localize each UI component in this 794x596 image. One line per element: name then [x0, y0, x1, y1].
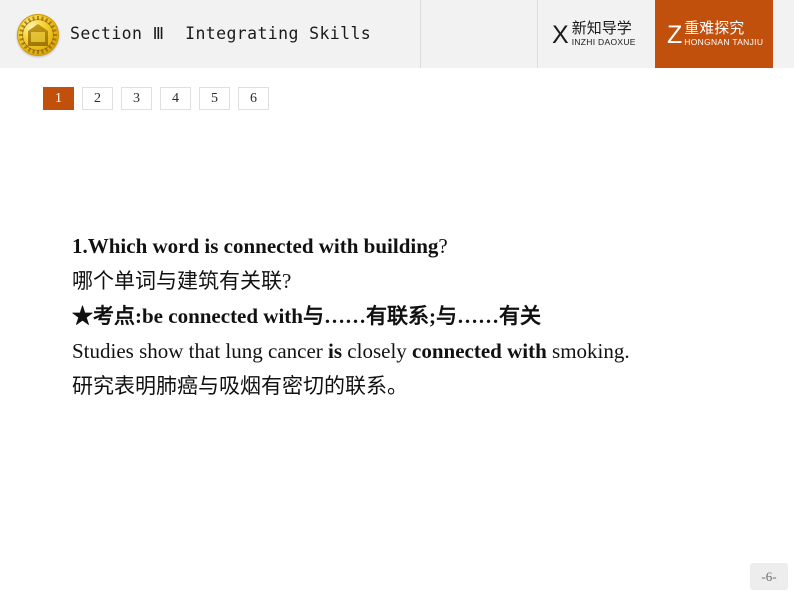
emblem-tick [19, 29, 24, 33]
badge-xinzhi-daoxue[interactable]: X 新知导学 INZHI DAOXUE [552, 16, 636, 52]
emblem-tick [44, 47, 49, 52]
gold-medal-emblem-icon [17, 14, 59, 56]
emblem-tick [37, 50, 39, 54]
badge-xinzhi-cn: 新知导学 [571, 20, 632, 38]
tab-4[interactable]: 4 [160, 87, 191, 110]
emblem-tick [47, 44, 53, 50]
emblem-tick [32, 16, 36, 21]
tab-5[interactable]: 5 [199, 87, 230, 110]
example-chinese: 研究表明肺癌与吸烟有密切的联系。 [72, 374, 408, 398]
lesson-content: 1.Which word is connected with building?… [72, 229, 762, 404]
badge-xinzhi-pinyin: INZHI DAOXUE [571, 37, 636, 48]
emblem-tick [52, 29, 57, 33]
badge-zhongnan-pinyin: HONGNAN TANJIU [684, 37, 764, 48]
badge-zhongnan-cn: 重难探究 [684, 20, 745, 38]
example-english: Studies show that lung cancer is closely… [72, 334, 762, 369]
page-header: Section Ⅲ Integrating Skills X 新知导学 INZH… [0, 0, 794, 68]
example-seg-3: closely [342, 339, 413, 363]
badge-zhongnan-text: 重难探究 HONGNAN TANJIU [684, 21, 763, 47]
badge-zhongnan-tanjiu[interactable]: Z 重难探究 HONGNAN TANJIU [655, 0, 773, 68]
tab-6[interactable]: 6 [238, 87, 269, 110]
question-number-tabs: 1 2 3 4 5 6 [43, 87, 269, 110]
question-english: 1.Which word is connected with building? [72, 229, 762, 264]
emblem-tick [32, 49, 36, 54]
tab-2[interactable]: 2 [82, 87, 113, 110]
header-divider-left [420, 0, 421, 68]
emblem-tick [50, 41, 55, 46]
badge-zhongnan-inner: Z 重难探究 HONGNAN TANJIU [667, 16, 763, 52]
example-seg-2: is [328, 339, 343, 363]
emblem-tick [53, 34, 57, 36]
badge-letter-z: Z [667, 20, 683, 49]
badge-xinzhi-text: 新知导学 INZHI DAOXUE [572, 21, 636, 47]
emblem-tick [37, 16, 39, 20]
tab-3[interactable]: 3 [121, 87, 152, 110]
page-title: Section Ⅲ Integrating Skills [70, 24, 372, 43]
tab-1[interactable]: 1 [43, 87, 74, 110]
page-number-badge: -6- [750, 563, 788, 590]
header-divider-right [537, 0, 538, 68]
emblem-tick [19, 34, 23, 36]
question-english-mark: ? [438, 234, 448, 258]
badge-letter-x: X [552, 20, 569, 49]
example-seg-1: Studies show that lung cancer [72, 339, 329, 363]
question-english-main: 1.Which word is connected with building [72, 234, 439, 258]
example-seg-4: connected with [412, 339, 547, 363]
key-point: ★考点:be connected with与……有联系;与……有关 [72, 304, 541, 328]
example-seg-5: smoking. [546, 339, 630, 363]
question-chinese: 哪个单词与建筑有关联? [72, 269, 292, 293]
